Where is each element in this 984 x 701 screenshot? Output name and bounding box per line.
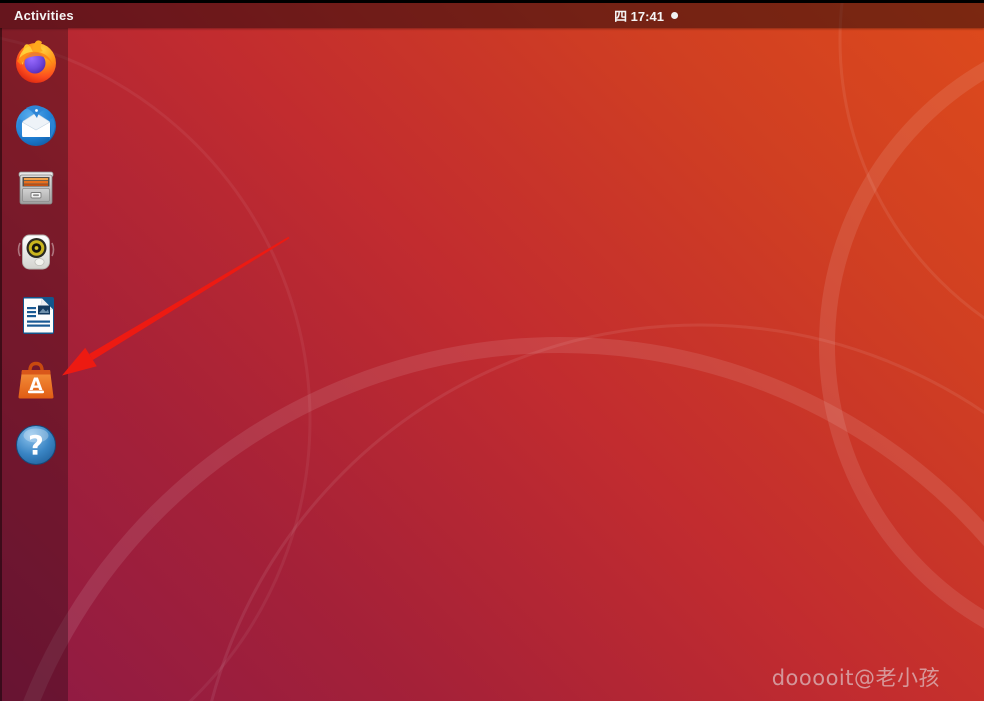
- dock-item-ubuntu-software[interactable]: A: [10, 353, 62, 405]
- help-question-icon: ?: [16, 425, 56, 465]
- svg-text:?: ?: [28, 431, 44, 462]
- clock-menu[interactable]: 四 17:41: [614, 3, 678, 28]
- ubuntu-software-bag-icon: A: [18, 361, 54, 399]
- notification-dot-icon: [670, 12, 678, 19]
- dock-item-thunderbird[interactable]: [10, 99, 62, 151]
- activities-button[interactable]: Activities: [0, 3, 88, 28]
- wallpaper: [0, 0, 984, 701]
- watermark-text: dooooit@老小孩: [771, 666, 940, 690]
- rhythmbox-speaker-icon: [17, 234, 55, 270]
- libreoffice-writer-icon: [23, 297, 54, 334]
- dock-item-files[interactable]: [10, 162, 62, 214]
- top-bar: Activities 四 17:41: [0, 0, 984, 28]
- firefox-icon: [16, 40, 56, 83]
- wallpaper-circles-pattern: [0, 0, 984, 701]
- dock-item-rhythmbox[interactable]: [10, 226, 62, 278]
- files-cabinet-icon: [18, 171, 54, 205]
- clock-label: 四 17:41: [614, 9, 664, 24]
- ubuntu-desktop: Activities 四 17:41 A ? dooooit@老小孩: [0, 0, 984, 701]
- dock-item-libreoffice-writer[interactable]: [10, 290, 62, 342]
- thunderbird-icon: [16, 105, 56, 146]
- dock-item-firefox[interactable]: [10, 34, 62, 86]
- dock-item-help[interactable]: ?: [10, 419, 62, 471]
- dock: A ?: [0, 28, 68, 701]
